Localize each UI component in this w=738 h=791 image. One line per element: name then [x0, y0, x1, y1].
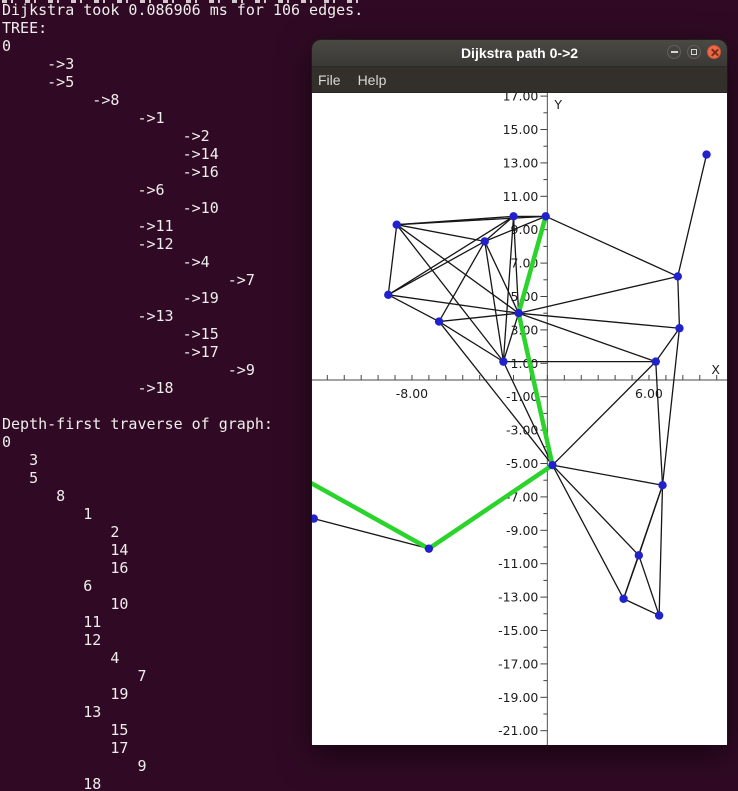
window-title: Dijkstra path 0->2: [312, 40, 727, 66]
menu-help[interactable]: Help: [358, 72, 387, 88]
graph-edge: [519, 313, 680, 328]
graph-node: [675, 324, 683, 332]
minimize-icon: [671, 51, 678, 53]
graph-edge: [397, 225, 519, 314]
window-controls: [667, 45, 721, 59]
y-tick-label: 15.00: [503, 122, 539, 137]
graph-node: [514, 309, 522, 317]
window-titlebar[interactable]: Dijkstra path 0->2: [312, 40, 727, 67]
graph-edge: [546, 216, 678, 276]
menu-file[interactable]: File: [318, 72, 341, 88]
graph-node: [655, 611, 663, 619]
y-axis-letter: Y: [553, 97, 562, 112]
graph-node: [619, 595, 627, 603]
y-tick-label: 11.00: [503, 189, 539, 204]
graph-edge: [519, 276, 678, 313]
graph-edge: [552, 465, 623, 599]
minimize-button[interactable]: [667, 45, 681, 59]
y-tick-label: 1.00: [511, 356, 539, 371]
graph-edge: [659, 485, 662, 615]
desktop-screen: Dijkstra took 0.086906 ms for 106 edges.…: [0, 0, 738, 791]
graph-edge: [397, 225, 485, 242]
graph-node: [481, 237, 489, 245]
y-tick-label: 13.00: [503, 155, 539, 170]
y-tick-label: -11.00: [498, 556, 538, 571]
graph-edge: [314, 519, 429, 549]
graph-node: [674, 272, 682, 280]
graph-plot-canvas[interactable]: -8.006.0017.0015.0013.0011.009.007.005.0…: [312, 93, 727, 745]
graph-edge: [397, 225, 504, 362]
graph-node: [435, 317, 443, 325]
graph-edge: [624, 555, 639, 598]
close-icon: [710, 48, 719, 57]
maximize-button[interactable]: [687, 45, 701, 59]
y-tick-label: -15.00: [498, 623, 538, 638]
graph-node: [702, 150, 710, 158]
graph-edge: [663, 328, 680, 485]
graph-svg: -8.006.0017.0015.0013.0011.009.007.005.0…: [312, 93, 727, 745]
graph-node: [509, 212, 517, 220]
graph-node: [425, 544, 433, 552]
x-tick-label: 6.00: [635, 386, 663, 401]
x-axis-letter: X: [711, 362, 720, 377]
graph-node: [635, 551, 643, 559]
graph-edge: [388, 216, 513, 294]
graph-edge: [678, 155, 707, 277]
dijkstra-window: Dijkstra path 0->2 File Help -8.00 6.00 17…: [312, 40, 727, 744]
y-tick-label: 17.00: [503, 93, 539, 104]
y-tick-label: -5.00: [506, 456, 538, 471]
graph-node: [384, 291, 392, 299]
graph-node: [312, 514, 318, 522]
graph-edge: [639, 555, 659, 615]
y-tick-label: -21.00: [498, 723, 538, 738]
graph-node: [548, 461, 556, 469]
graph-edge: [519, 313, 656, 361]
graph-edge: [678, 276, 680, 328]
graph-edge: [388, 225, 396, 295]
graph-edge: [485, 241, 504, 361]
graph-edge: [552, 362, 655, 466]
y-tick-label: -17.00: [498, 656, 538, 671]
graph-edge: [439, 322, 503, 362]
menu-bar: File Help: [312, 67, 727, 93]
y-tick-label: -19.00: [498, 690, 538, 705]
graph-node: [393, 220, 401, 228]
close-button[interactable]: [707, 45, 721, 59]
graph-node: [542, 212, 550, 220]
y-tick-label: -9.00: [506, 523, 538, 538]
maximize-icon: [691, 49, 697, 55]
terminal-output: Dijkstra took 0.086906 ms for 106 edges.…: [2, 1, 363, 791]
graph-node: [652, 357, 660, 365]
y-tick-label: -13.00: [498, 590, 538, 605]
graph-node: [658, 481, 666, 489]
graph-edge: [388, 241, 485, 294]
x-tick-label: -8.00: [396, 386, 428, 401]
graph-node: [499, 357, 507, 365]
